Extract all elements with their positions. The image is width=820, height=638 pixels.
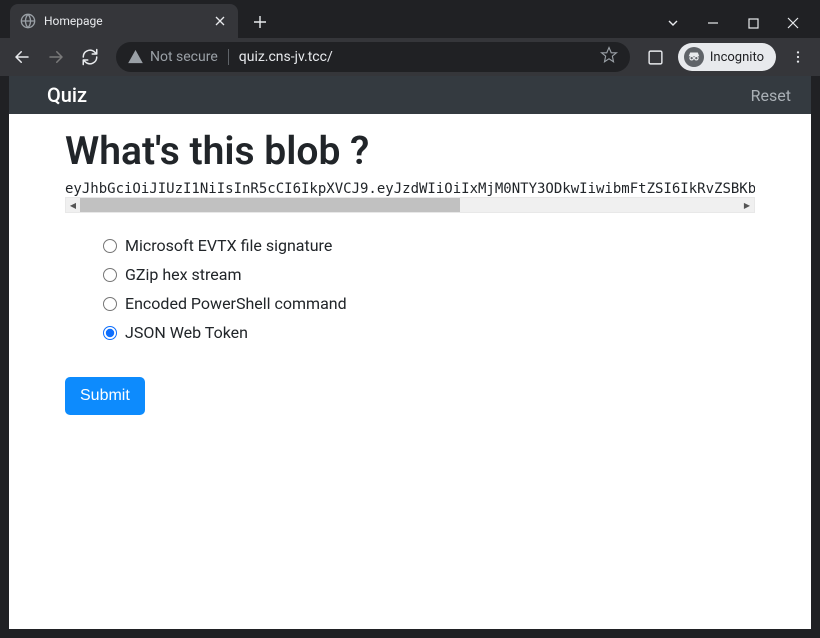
- chevron-down-icon[interactable]: [664, 14, 682, 32]
- option-label-3: JSON Web Token: [125, 323, 248, 342]
- submit-button[interactable]: Submit: [65, 377, 145, 415]
- horizontal-scrollbar[interactable]: ◀ ▶: [65, 197, 755, 213]
- option-label-1: GZip hex stream: [125, 265, 242, 284]
- window-controls: [664, 0, 820, 32]
- window-titlebar: Homepage: [0, 0, 820, 38]
- reset-link[interactable]: Reset: [751, 86, 791, 105]
- close-icon[interactable]: [212, 13, 228, 29]
- page-viewport: Quiz Reset What's this blob ? eyJhbGciOi…: [9, 76, 811, 629]
- option-2[interactable]: Encoded PowerShell command: [103, 294, 755, 313]
- option-3[interactable]: JSON Web Token: [103, 323, 755, 342]
- forward-button[interactable]: [42, 43, 70, 71]
- omnibox-divider: [228, 49, 229, 65]
- security-indicator[interactable]: Not secure: [128, 49, 218, 65]
- close-window-button[interactable]: [784, 14, 802, 32]
- option-label-0: Microsoft EVTX file signature: [125, 236, 332, 255]
- list-item: Microsoft EVTX file signature: [123, 231, 755, 260]
- reload-button[interactable]: [76, 43, 104, 71]
- menu-button[interactable]: [784, 43, 812, 71]
- incognito-badge[interactable]: Incognito: [678, 43, 776, 71]
- warning-icon: [128, 50, 143, 65]
- security-label: Not secure: [150, 49, 218, 65]
- globe-icon: [20, 13, 36, 29]
- scroll-right-icon[interactable]: ▶: [740, 198, 754, 212]
- question-title: What's this blob ?: [65, 128, 755, 174]
- options-list: Microsoft EVTX file signature GZip hex s…: [65, 231, 755, 347]
- bookmark-star-icon[interactable]: [600, 46, 618, 68]
- back-button[interactable]: [8, 43, 36, 71]
- option-label-2: Encoded PowerShell command: [125, 294, 347, 313]
- incognito-icon: [684, 47, 704, 67]
- new-tab-button[interactable]: [246, 8, 274, 36]
- list-item: JSON Web Token: [123, 318, 755, 347]
- list-item: GZip hex stream: [123, 260, 755, 289]
- option-0[interactable]: Microsoft EVTX file signature: [103, 236, 755, 255]
- tab-title: Homepage: [44, 14, 204, 28]
- extensions-icon[interactable]: [642, 43, 670, 71]
- incognito-label: Incognito: [710, 50, 764, 65]
- browser-tab[interactable]: Homepage: [10, 4, 238, 38]
- page-navbar: Quiz Reset: [9, 76, 811, 114]
- tab-strip: Homepage: [0, 0, 274, 38]
- list-item: Encoded PowerShell command: [123, 289, 755, 318]
- browser-toolbar: Not secure quiz.cns-jv.tcc/ Incognito: [0, 38, 820, 76]
- radio-option-0[interactable]: [103, 239, 117, 253]
- address-bar[interactable]: Not secure quiz.cns-jv.tcc/: [116, 42, 630, 72]
- radio-option-2[interactable]: [103, 297, 117, 311]
- radio-option-1[interactable]: [103, 268, 117, 282]
- radio-option-3[interactable]: [103, 326, 117, 340]
- brand-title[interactable]: Quiz: [47, 83, 87, 107]
- toolbar-right: Incognito: [642, 43, 812, 71]
- scroll-thumb[interactable]: [80, 198, 460, 212]
- scroll-left-icon[interactable]: ◀: [66, 198, 80, 212]
- quiz-content: What's this blob ? eyJhbGciOiJIUzI1NiIsI…: [9, 114, 811, 429]
- url-text: quiz.cns-jv.tcc/: [239, 49, 590, 65]
- maximize-button[interactable]: [744, 14, 762, 32]
- blob-text: eyJhbGciOiJIUzI1NiIsInR5cCI6IkpXVCJ9.eyJ…: [65, 181, 755, 197]
- minimize-button[interactable]: [704, 14, 722, 32]
- option-1[interactable]: GZip hex stream: [103, 265, 755, 284]
